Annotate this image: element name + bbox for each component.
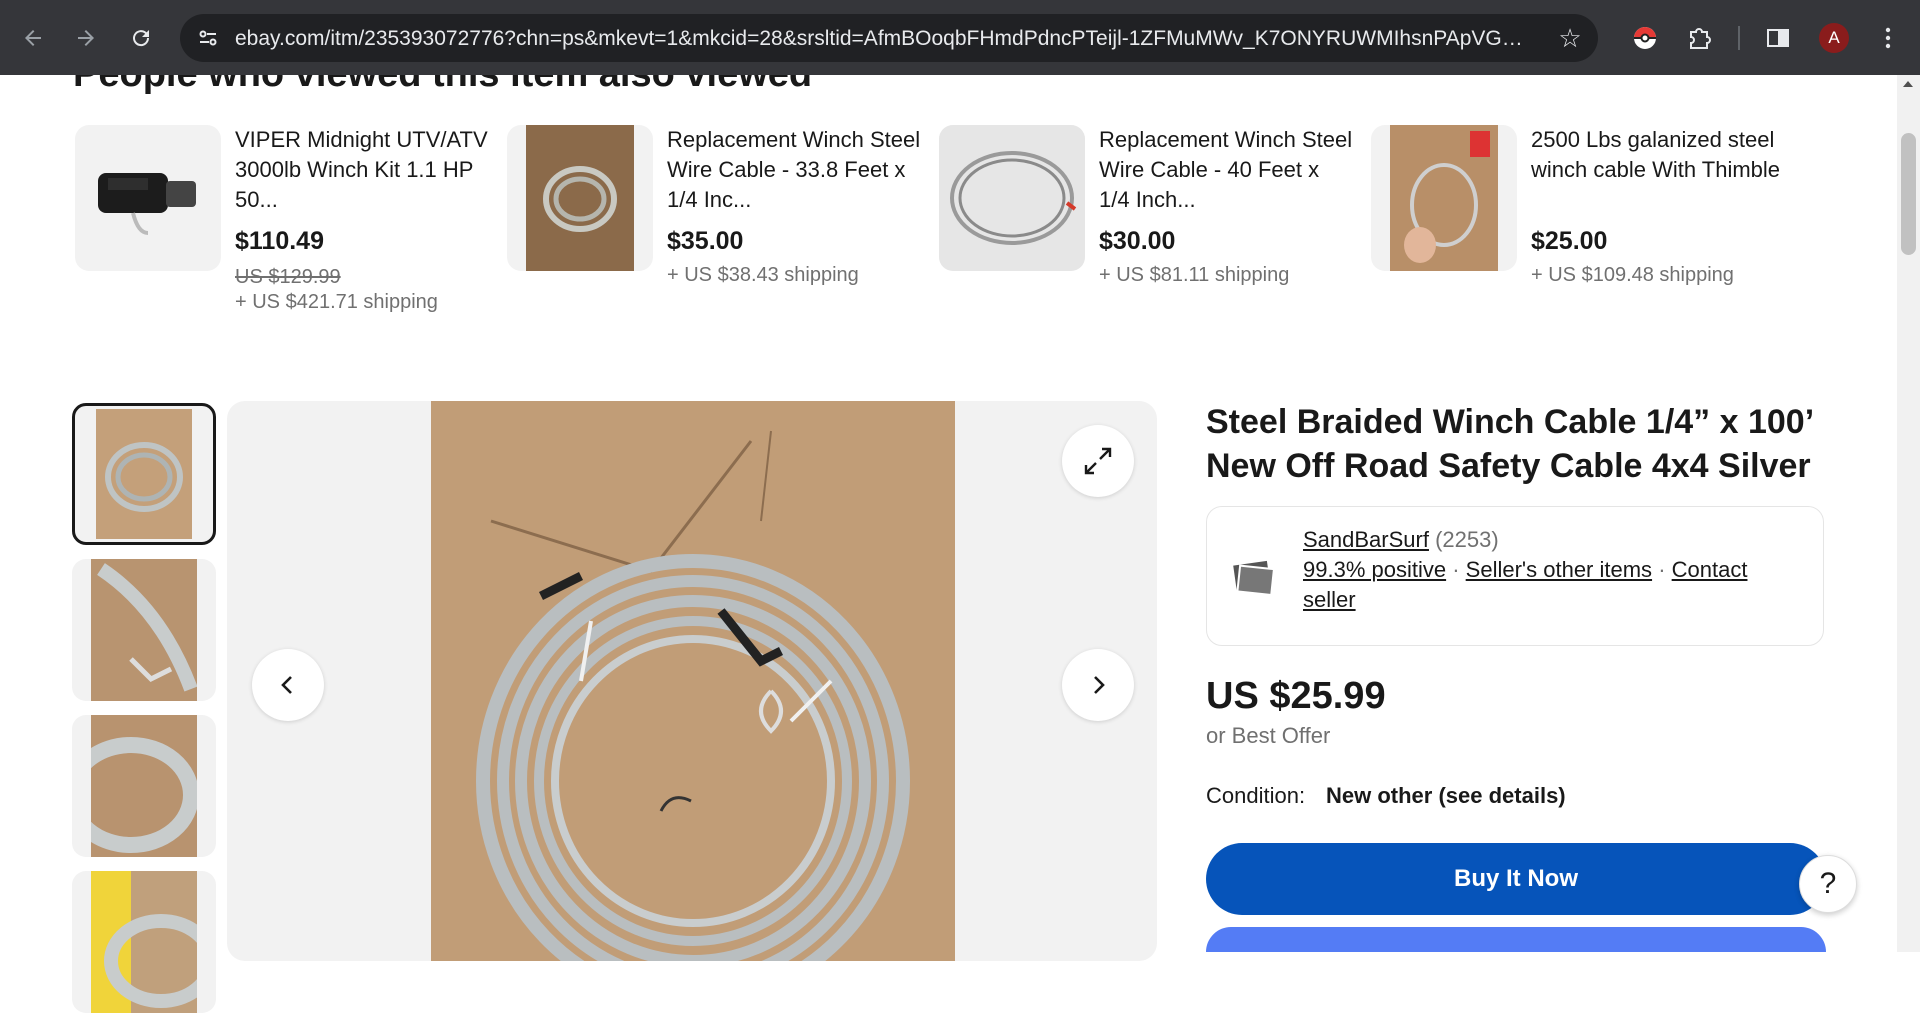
chevron-left-icon bbox=[281, 676, 292, 694]
chevron-right-icon bbox=[1094, 676, 1105, 694]
toolbar-divider bbox=[1738, 26, 1740, 50]
contact-seller-link-cont[interactable]: seller bbox=[1303, 587, 1356, 612]
add-to-cart-button[interactable] bbox=[1206, 927, 1826, 952]
card-price: $30.00 bbox=[1099, 227, 1176, 255]
card-title[interactable]: Replacement Winch Steel Wire Cable - 33.… bbox=[667, 125, 922, 215]
page-scrollbar[interactable] bbox=[1897, 75, 1920, 952]
separator-dot: · bbox=[1452, 557, 1460, 582]
card-title[interactable]: Replacement Winch Steel Wire Cable - 40 … bbox=[1099, 125, 1354, 215]
gallery-thumbnail-1[interactable] bbox=[72, 403, 216, 545]
item-price: US $25.99 bbox=[1206, 675, 1386, 717]
seller-other-items-link[interactable]: Seller's other items bbox=[1466, 557, 1652, 582]
product-thumbnail[interactable] bbox=[75, 125, 221, 271]
card-shipping: + US $421.71 shipping bbox=[235, 291, 438, 313]
also-viewed-card[interactable]: Replacement Winch Steel Wire Cable - 40 … bbox=[939, 125, 1359, 365]
also-viewed-card[interactable]: Replacement Winch Steel Wire Cable - 33.… bbox=[507, 125, 927, 365]
condition-value[interactable]: New other (see details) bbox=[1326, 783, 1566, 809]
also-viewed-card[interactable]: VIPER Midnight UTV/ATV 3000lb Winch Kit … bbox=[75, 125, 495, 365]
forward-arrow-icon[interactable] bbox=[68, 20, 104, 56]
expand-image-button[interactable] bbox=[1062, 425, 1134, 497]
scroll-up-arrow-icon[interactable] bbox=[1903, 81, 1913, 87]
gallery-thumbnail-2[interactable] bbox=[72, 559, 216, 701]
reload-icon[interactable] bbox=[123, 20, 159, 56]
card-original-price: US $129.99 bbox=[235, 266, 341, 288]
puzzle-extensions-icon[interactable] bbox=[1683, 22, 1715, 54]
card-shipping: + US $109.48 shipping bbox=[1531, 264, 1734, 286]
gallery-thumbnail-4[interactable] bbox=[72, 871, 216, 1013]
product-thumbnail[interactable] bbox=[507, 125, 653, 271]
product-thumbnail[interactable] bbox=[939, 125, 1085, 271]
scrollbar-thumb[interactable] bbox=[1901, 133, 1916, 255]
also-viewed-card[interactable]: 2500 Lbs galanized steel winch cable Wit… bbox=[1371, 125, 1791, 365]
condition-label: Condition: bbox=[1206, 783, 1306, 808]
url-text[interactable]: ebay.com/itm/235393072776?chn=ps&mkevt=1… bbox=[235, 27, 1525, 51]
seller-name-link[interactable]: SandBarSurf bbox=[1303, 527, 1429, 552]
card-price: $110.49 bbox=[235, 227, 324, 255]
seller-logo-icon bbox=[1229, 553, 1277, 601]
card-shipping: + US $38.43 shipping bbox=[667, 264, 859, 286]
card-title[interactable]: VIPER Midnight UTV/ATV 3000lb Winch Kit … bbox=[235, 125, 490, 215]
star-icon[interactable]: ☆ bbox=[1556, 24, 1584, 52]
main-product-image[interactable] bbox=[227, 401, 1157, 961]
seller-feedback-count: (2253) bbox=[1435, 527, 1499, 552]
contact-seller-link[interactable]: Contact bbox=[1672, 557, 1748, 582]
card-shipping: + US $81.11 shipping bbox=[1099, 264, 1290, 286]
product-thumbnail[interactable] bbox=[1371, 125, 1517, 271]
previous-image-button[interactable] bbox=[252, 649, 324, 721]
seller-info-box: SandBarSurf (2253) 99.3% positive · Sell… bbox=[1206, 506, 1824, 646]
product-photo bbox=[431, 401, 955, 961]
kebab-menu-icon[interactable] bbox=[1872, 22, 1904, 54]
pokeball-extension-icon[interactable] bbox=[1629, 22, 1661, 54]
side-panel-icon[interactable] bbox=[1762, 22, 1794, 54]
seller-positive-link[interactable]: 99.3% positive bbox=[1303, 557, 1446, 582]
gallery-thumbnail-3[interactable] bbox=[72, 715, 216, 857]
buy-it-now-button[interactable]: Buy It Now bbox=[1206, 843, 1826, 915]
card-title[interactable]: 2500 Lbs galanized steel winch cable Wit… bbox=[1531, 125, 1786, 215]
best-offer-text: or Best Offer bbox=[1206, 723, 1331, 748]
site-settings-icon[interactable] bbox=[196, 26, 220, 50]
separator-dot: · bbox=[1658, 557, 1666, 582]
also-viewed-heading: People who viewed this item also viewed bbox=[73, 75, 812, 96]
help-button[interactable]: ? bbox=[1799, 855, 1857, 913]
browser-toolbar: ebay.com/itm/235393072776?chn=ps&mkevt=1… bbox=[0, 0, 1920, 75]
next-image-button[interactable] bbox=[1062, 649, 1134, 721]
product-title: Steel Braided Winch Cable 1/4” x 100’ Ne… bbox=[1206, 403, 1813, 485]
address-bar[interactable]: ebay.com/itm/235393072776?chn=ps&mkevt=1… bbox=[180, 14, 1598, 62]
expand-icon bbox=[1084, 447, 1112, 475]
card-price: $35.00 bbox=[667, 227, 744, 255]
back-arrow-icon[interactable] bbox=[15, 20, 51, 56]
profile-avatar[interactable]: A bbox=[1819, 23, 1849, 53]
card-price: $25.00 bbox=[1531, 227, 1608, 255]
